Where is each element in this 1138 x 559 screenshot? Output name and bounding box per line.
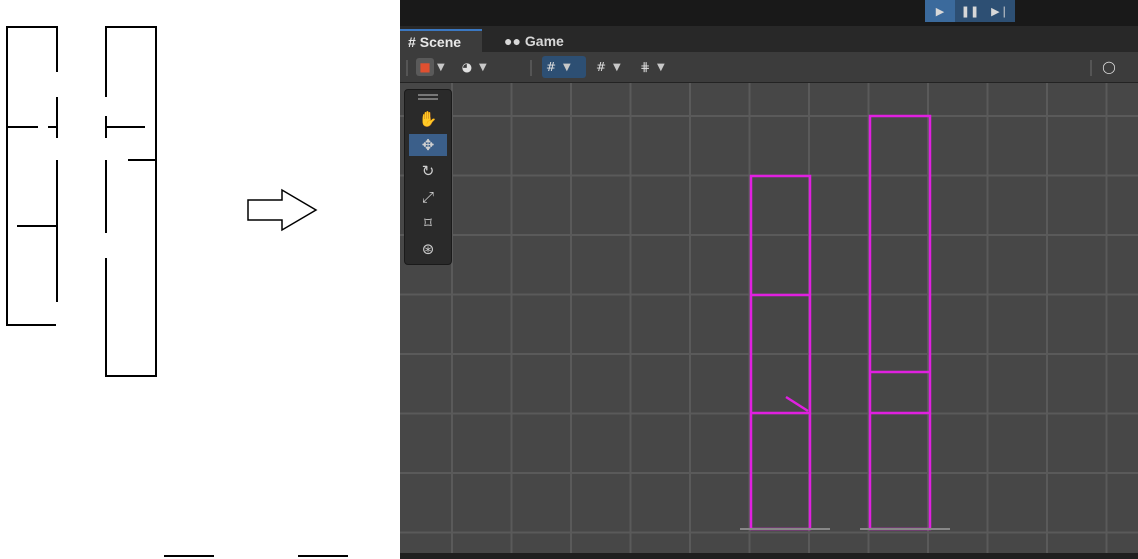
tab-game-label: Game <box>524 32 564 49</box>
chevron-down-icon: ▼ <box>437 61 445 73</box>
scene-toolbar: ■ ▼ ◕ ▼ # ▼ # ▼ ⋕ ▼ ◯ <box>400 52 1138 83</box>
tab-scene-label: Scene <box>419 33 462 50</box>
step-icon[interactable]: ▶❘ <box>985 0 1015 22</box>
increment-snap-icon: ⋕ <box>639 60 651 74</box>
rotate-tool-icon[interactable]: ↻ <box>409 160 447 182</box>
play-icon[interactable]: ▶ <box>925 0 955 22</box>
snap-dropdown[interactable]: # ▼ <box>592 56 621 78</box>
play-controls: ▶ ❚❚ ▶❘ <box>925 0 1015 22</box>
gamepad-icon: ●● <box>504 32 521 49</box>
unity-editor: ▶ ❚❚ ▶❘ # Scene ●● Game ■ ▼ ◕ ▼ # ▼ # ▼ ⋕ ▼ <box>400 0 1138 559</box>
grid-toggle-icon: # <box>545 60 557 74</box>
pause-icon[interactable]: ❚❚ <box>955 0 985 22</box>
grid-hash-icon: # <box>408 33 416 50</box>
grid-toggle-dropdown[interactable]: # ▼ <box>542 56 586 78</box>
shading-dropdown[interactable]: ◕ ▼ <box>458 56 487 78</box>
scale-tool-icon[interactable]: ⤢ <box>409 186 447 208</box>
hand-tool-icon[interactable]: ✋ <box>409 108 447 130</box>
wall-segment[interactable] <box>749 174 812 531</box>
gizmo-icon: ◯ <box>1102 60 1116 74</box>
gizmo-dropdown[interactable]: ◯ <box>1100 56 1118 78</box>
toolbar-separator <box>1090 60 1092 76</box>
scene-viewport[interactable]: ✋ ✥ ↻ ⤢ ⌑ ⊛ <box>400 83 1138 559</box>
top-bar: ▶ ❚❚ ▶❘ <box>400 0 1138 26</box>
drag-handle[interactable] <box>418 94 438 100</box>
tab-bar: # Scene ●● Game <box>400 26 1138 52</box>
draw-mode-dropdown[interactable]: ■ ▼ <box>416 56 445 78</box>
chevron-down-icon: ▼ <box>657 61 665 73</box>
shading-icon: ◕ <box>461 60 473 74</box>
snap-icon: # <box>595 60 607 74</box>
tab-game[interactable]: ●● Game <box>496 29 572 52</box>
wall-segment[interactable] <box>785 395 809 413</box>
tool-palette: ✋ ✥ ↻ ⤢ ⌑ ⊛ <box>404 89 452 265</box>
chevron-down-icon: ▼ <box>563 61 571 73</box>
wall-outlines <box>749 114 932 531</box>
toolbar-separator <box>406 60 408 76</box>
wall-sketch <box>0 0 400 559</box>
move-tool-icon[interactable]: ✥ <box>409 134 447 156</box>
scene-grid <box>400 83 1138 559</box>
chevron-down-icon: ▼ <box>613 61 621 73</box>
increment-snap-dropdown[interactable]: ⋕ ▼ <box>636 56 665 78</box>
toolbar-separator <box>530 60 532 76</box>
rect-tool-icon[interactable]: ⌑ <box>409 212 447 234</box>
sketch-drawing <box>6 26 348 557</box>
tab-scene[interactable]: # Scene <box>400 29 482 52</box>
draw-mode-icon: ■ <box>416 58 434 76</box>
transform-tool-icon[interactable]: ⊛ <box>409 238 447 260</box>
chevron-down-icon: ▼ <box>479 61 487 73</box>
wall-segment[interactable] <box>868 114 932 531</box>
bottom-strip <box>400 553 1138 559</box>
